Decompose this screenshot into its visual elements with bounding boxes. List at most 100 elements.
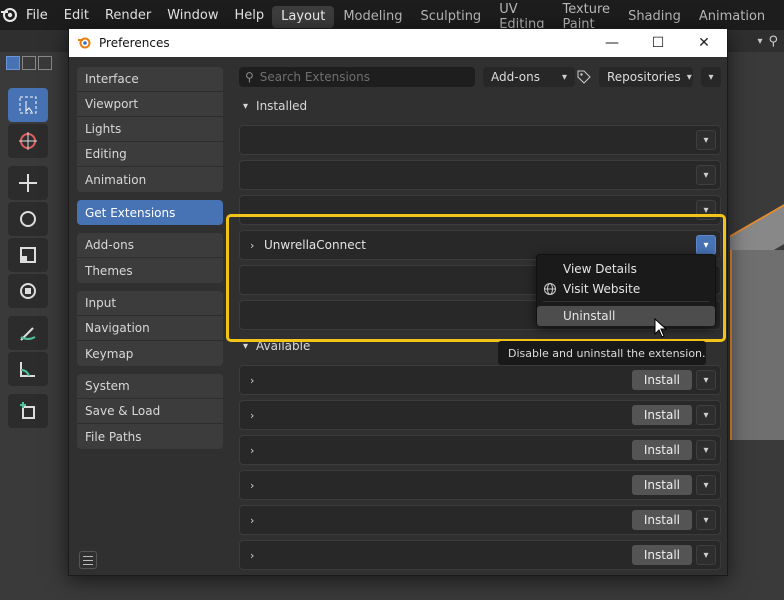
install-button[interactable]: Install (631, 370, 692, 390)
row-menu-button[interactable]: ▾ (696, 405, 716, 425)
installed-section-header[interactable]: ▾ Installed (243, 99, 307, 113)
available-row[interactable]: › Install ▾ (239, 400, 721, 430)
tab-texture-paint[interactable]: Texture Paint (553, 2, 619, 32)
install-button[interactable]: Install (631, 545, 692, 565)
select-subtract-mode-icon[interactable] (38, 56, 52, 70)
menu-item-label: View Details (563, 262, 637, 276)
annotate-tool-icon[interactable] (8, 316, 48, 350)
tab-modeling[interactable]: Modeling (334, 6, 411, 28)
available-section-header[interactable]: ▾ Available (243, 339, 310, 353)
chevron-right-icon[interactable]: › (250, 444, 264, 457)
menu-item-view-details[interactable]: View Details (537, 259, 715, 279)
select-extend-mode-icon[interactable] (22, 56, 36, 70)
menu-edit[interactable]: Edit (56, 0, 97, 30)
snap-icon[interactable]: ⚲ (768, 34, 778, 49)
menu-help[interactable]: Help (227, 0, 273, 30)
sidebar-item-add-ons[interactable]: Add-ons (77, 233, 223, 258)
move-tool-icon[interactable] (8, 166, 48, 200)
sidebar-item-themes[interactable]: Themes (77, 258, 223, 283)
hamburger-menu-icon[interactable] (79, 551, 97, 569)
installed-row[interactable]: ▾ (239, 160, 721, 190)
maximize-button[interactable]: ☐ (635, 29, 681, 57)
tooltip: Disable and uninstall the extension. (498, 341, 706, 365)
chevron-right-icon[interactable]: › (250, 479, 264, 492)
select-box-mode-icon[interactable] (6, 56, 20, 70)
repositories-dropdown[interactable]: Repositories ▾ (599, 67, 693, 87)
menu-item-uninstall[interactable]: Uninstall (537, 306, 715, 326)
search-input[interactable]: ⚲ Search Extensions (239, 67, 475, 87)
row-menu-button[interactable]: ▾ (696, 165, 716, 185)
available-row[interactable]: › Install ▾ (239, 505, 721, 535)
row-menu-button[interactable]: ▾ (696, 510, 716, 530)
install-button[interactable]: Install (631, 510, 692, 530)
available-row[interactable]: › Install ▾ (239, 435, 721, 465)
menu-render[interactable]: Render (97, 0, 159, 30)
menu-file[interactable]: File (18, 0, 56, 30)
installed-row[interactable]: ▾ (239, 125, 721, 155)
tag-icon[interactable] (577, 67, 591, 87)
available-row[interactable]: › Install ▾ (239, 470, 721, 500)
repositories-label: Repositories (607, 70, 681, 84)
transform-tool-icon[interactable] (8, 274, 48, 308)
installed-row[interactable]: ▾ (239, 195, 721, 225)
scale-tool-icon[interactable] (8, 238, 48, 272)
sidebar-item-lights[interactable]: Lights (77, 117, 223, 142)
filter-dropdown[interactable]: Add-ons ▾ (483, 67, 575, 87)
window-title: Preferences (99, 36, 170, 50)
blender-logo-icon[interactable] (0, 0, 18, 30)
close-button[interactable]: ✕ (681, 29, 727, 57)
measure-tool-icon[interactable] (8, 352, 48, 386)
chevron-down-icon[interactable]: ▾ (757, 36, 762, 47)
search-icon: ⚲ (245, 70, 254, 84)
sidebar-item-get-extensions[interactable]: Get Extensions (77, 200, 223, 225)
chevron-right-icon[interactable]: › (250, 239, 264, 252)
search-placeholder: Search Extensions (259, 70, 370, 84)
tab-layout[interactable]: Layout (272, 5, 335, 28)
row-menu-button[interactable]: ▾ (696, 200, 716, 220)
sidebar-group: System Save & Load File Paths (77, 374, 223, 449)
sidebar-item-editing[interactable]: Editing (77, 142, 223, 167)
select-tool-icon[interactable] (8, 88, 48, 122)
chevron-right-icon[interactable]: › (250, 549, 264, 562)
tab-overflow[interactable]: R (774, 6, 784, 28)
chevron-right-icon[interactable]: › (250, 374, 264, 387)
row-menu-button[interactable]: ▾ (696, 130, 716, 150)
tab-uv-editing[interactable]: UV Editing (490, 2, 553, 32)
row-menu-button[interactable]: ▾ (696, 235, 716, 255)
installed-label: Installed (256, 99, 308, 113)
sidebar-item-system[interactable]: System (77, 374, 223, 399)
row-menu-button[interactable]: ▾ (696, 475, 716, 495)
options-chevron-button[interactable]: ▾ (701, 67, 721, 87)
available-row[interactable]: › Install ▾ (239, 540, 721, 570)
sidebar-item-file-paths[interactable]: File Paths (77, 424, 223, 449)
menu-item-visit-website[interactable]: Visit Website (537, 279, 715, 299)
install-button[interactable]: Install (631, 405, 692, 425)
sidebar-item-viewport[interactable]: Viewport (77, 92, 223, 117)
tab-sculpting[interactable]: Sculpting (411, 6, 490, 28)
sidebar-item-interface[interactable]: Interface (77, 67, 223, 92)
minimize-button[interactable]: — (589, 29, 635, 57)
row-menu-button[interactable]: ▾ (696, 440, 716, 460)
sidebar-item-input[interactable]: Input (77, 291, 223, 316)
chevron-right-icon[interactable]: › (250, 409, 264, 422)
install-button[interactable]: Install (631, 440, 692, 460)
rotate-tool-icon[interactable] (8, 202, 48, 236)
add-cube-tool-icon[interactable] (8, 394, 48, 428)
select-mode-buttons (6, 56, 52, 70)
sidebar-item-save-load[interactable]: Save & Load (77, 399, 223, 424)
sidebar-item-animation[interactable]: Animation (77, 167, 223, 192)
cursor-tool-icon[interactable] (8, 124, 48, 158)
tab-animation[interactable]: Animation (690, 6, 774, 28)
available-label: Available (256, 339, 311, 353)
row-menu-button[interactable]: ▾ (696, 370, 716, 390)
chevron-right-icon[interactable]: › (250, 514, 264, 527)
sidebar-item-keymap[interactable]: Keymap (77, 341, 223, 366)
available-row[interactable]: › Install ▾ (239, 365, 721, 395)
sidebar-item-navigation[interactable]: Navigation (77, 316, 223, 341)
context-menu: View Details Visit Website Uninstall (536, 254, 716, 326)
row-menu-button[interactable]: ▾ (696, 545, 716, 565)
window-titlebar: Preferences — ☐ ✕ (69, 29, 727, 57)
menu-window[interactable]: Window (159, 0, 226, 30)
tab-shading[interactable]: Shading (619, 6, 690, 28)
install-button[interactable]: Install (631, 475, 692, 495)
